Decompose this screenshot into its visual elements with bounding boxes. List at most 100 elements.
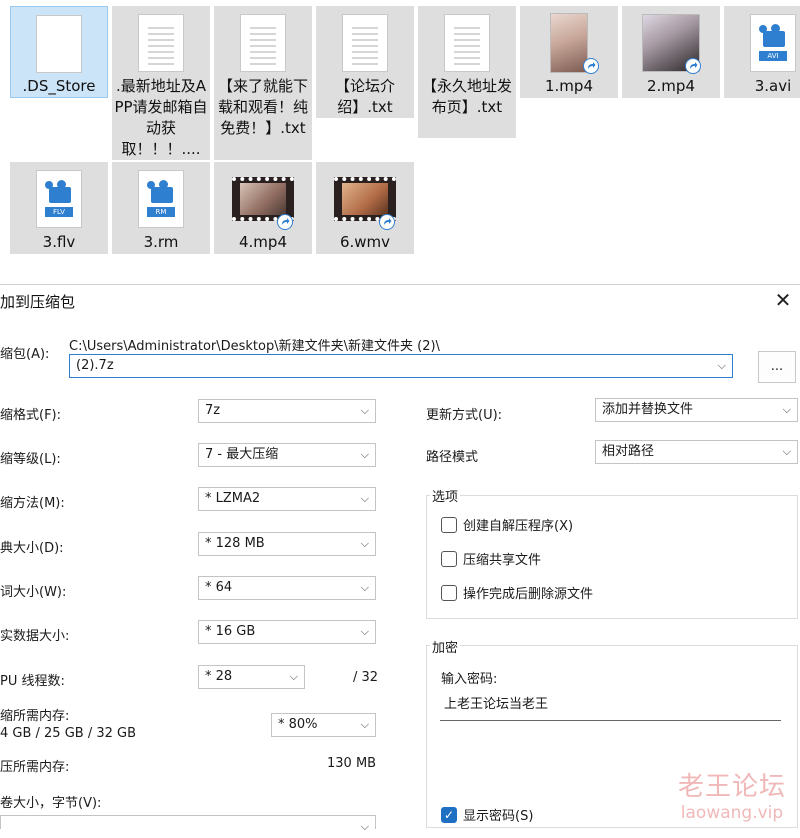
- file-name: 1.mp4: [545, 77, 593, 95]
- chevron-down-icon: ⌵: [360, 718, 369, 731]
- text-file-icon: [240, 14, 286, 72]
- file-item[interactable]: .DS_Store: [10, 6, 108, 98]
- text-file-icon: [138, 14, 184, 72]
- file-item[interactable]: FLV 3.flv: [10, 162, 108, 254]
- chevron-down-icon: ⌵: [360, 625, 369, 638]
- shortcut-icon: [379, 214, 395, 230]
- video-file-icon: FLV: [36, 170, 82, 228]
- path-mode-value: 相对路径: [602, 444, 655, 459]
- memory-percent-value: * 80%: [278, 717, 318, 732]
- watermark-text: 老王论坛: [677, 772, 786, 802]
- file-icon: [36, 14, 82, 73]
- threads-select[interactable]: * 28 ⌵: [198, 665, 305, 689]
- format-value: 7z: [205, 403, 221, 418]
- file-name: 【论坛介绍】.txt: [334, 77, 395, 116]
- show-password-checkbox[interactable]: 显示密码(S): [441, 805, 533, 824]
- show-password-label: 显示密码(S): [463, 809, 534, 824]
- file-name: 【永久地址发布页】.txt: [421, 77, 512, 116]
- shared-files-checkbox[interactable]: 压缩共享文件: [441, 549, 541, 568]
- archive-name-value: (2).7z: [76, 358, 114, 373]
- chevron-down-icon: ⌵: [782, 403, 791, 416]
- checkbox-icon: [441, 550, 457, 567]
- chevron-down-icon: ⌵: [782, 445, 791, 458]
- file-item[interactable]: RM 3.rm: [112, 162, 210, 254]
- file-item[interactable]: 【来了就能下载和观看！纯免费！】.txt: [214, 6, 312, 160]
- word-size-value: * 64: [205, 580, 233, 595]
- word-size-label: 词大小(W):: [0, 585, 67, 600]
- file-item[interactable]: 2.mp4: [622, 6, 720, 98]
- word-size-select[interactable]: * 64 ⌵: [198, 576, 376, 600]
- shortcut-icon: [277, 214, 293, 230]
- decompress-memory-label: 压所需内存:: [0, 760, 70, 775]
- checkbox-icon: [441, 516, 457, 533]
- format-select[interactable]: 7z ⌵: [198, 399, 376, 423]
- password-input[interactable]: 上老王论坛当老王: [440, 692, 781, 721]
- path-mode-label: 路径模式: [426, 450, 479, 465]
- file-name: .DS_Store: [22, 77, 96, 95]
- level-label: 缩等级(L):: [0, 452, 61, 467]
- shared-files-label: 压缩共享文件: [463, 553, 542, 568]
- checkbox-icon: [441, 584, 457, 601]
- format-label: 缩格式(F):: [0, 408, 62, 423]
- file-name: 3.flv: [42, 233, 76, 251]
- file-name: 3.avi: [754, 77, 792, 95]
- dictionary-label: 典大小(D):: [0, 541, 64, 556]
- file-explorer: .DS_Store .最新地址及APP请发邮箱自动获取！！！.... 【来了就能…: [0, 0, 800, 262]
- file-name: 3.rm: [143, 233, 179, 251]
- path-mode-select[interactable]: 相对路径 ⌵: [595, 440, 798, 464]
- file-item[interactable]: 1.mp4: [520, 6, 618, 98]
- level-value: 7 - 最大压缩: [205, 447, 279, 462]
- archive-name-combo[interactable]: (2).7z ⌵: [69, 354, 733, 378]
- archive-path: C:\Users\Administrator\Desktop\新建文件夹\新建文…: [69, 339, 440, 354]
- password-label: 输入密码:: [441, 672, 498, 687]
- update-mode-label: 更新方式(U):: [426, 408, 503, 423]
- chevron-down-icon: ⌵: [360, 404, 369, 417]
- chevron-down-icon: ⌵: [289, 670, 298, 683]
- chevron-down-icon: ⌵: [717, 359, 726, 372]
- file-item[interactable]: .最新地址及APP请发邮箱自动获取！！！....: [112, 6, 210, 160]
- level-select[interactable]: 7 - 最大压缩 ⌵: [198, 443, 376, 467]
- solid-block-label: 实数据大小:: [0, 629, 70, 644]
- file-item[interactable]: AVI 3.avi: [724, 6, 800, 98]
- watermark-url: laowang.vip: [680, 803, 784, 823]
- file-name: 2.mp4: [647, 77, 695, 95]
- solid-block-value: * 16 GB: [205, 624, 256, 639]
- file-name: 6.wmv: [339, 233, 391, 251]
- threads-label: PU 线程数:: [0, 674, 65, 689]
- shortcut-icon: [583, 58, 599, 74]
- delete-after-checkbox[interactable]: 操作完成后删除源文件: [441, 583, 593, 602]
- chevron-down-icon: ⌵: [360, 820, 369, 833]
- text-file-icon: [342, 14, 388, 72]
- dialog-title: 加到压缩包: [0, 293, 76, 311]
- dictionary-value: * 128 MB: [205, 536, 265, 551]
- delete-after-label: 操作完成后删除源文件: [463, 587, 594, 602]
- update-mode-select[interactable]: 添加并替换文件 ⌵: [595, 398, 798, 422]
- archive-label: 缩包(A):: [0, 347, 50, 362]
- file-item[interactable]: 6.wmv: [316, 162, 414, 254]
- sfx-checkbox[interactable]: 创建自解压程序(X): [441, 515, 573, 534]
- encryption-title: 加密: [430, 637, 461, 656]
- file-item[interactable]: 【永久地址发布页】.txt: [418, 6, 516, 138]
- memory-values: 4 GB / 25 GB / 32 GB: [0, 726, 137, 741]
- close-icon[interactable]: ✕: [772, 289, 794, 311]
- dictionary-select[interactable]: * 128 MB ⌵: [198, 532, 376, 556]
- chevron-down-icon: ⌵: [360, 537, 369, 550]
- file-item[interactable]: 4.mp4: [214, 162, 312, 254]
- memory-percent-select[interactable]: * 80% ⌵: [271, 713, 376, 737]
- file-item[interactable]: 【论坛介绍】.txt: [316, 6, 414, 118]
- threads-max: / 32: [353, 670, 379, 685]
- method-value: * LZMA2: [205, 491, 261, 506]
- solid-block-select[interactable]: * 16 GB ⌵: [198, 620, 376, 644]
- text-file-icon: [444, 14, 490, 72]
- watermark: 老王论坛 laowang.vip: [678, 766, 786, 823]
- method-select[interactable]: * LZMA2 ⌵: [198, 487, 376, 511]
- file-name: 4.mp4: [239, 233, 287, 251]
- threads-value: * 28: [205, 669, 233, 684]
- file-name: .最新地址及APP请发邮箱自动获取！！！....: [114, 77, 208, 158]
- video-file-icon: RM: [138, 170, 184, 228]
- browse-button[interactable]: ...: [758, 351, 796, 383]
- video-file-icon: AVI: [750, 14, 796, 72]
- options-title: 选项: [430, 486, 461, 505]
- memory-label: 缩所需内存:: [0, 709, 70, 724]
- chevron-down-icon: ⌵: [360, 448, 369, 461]
